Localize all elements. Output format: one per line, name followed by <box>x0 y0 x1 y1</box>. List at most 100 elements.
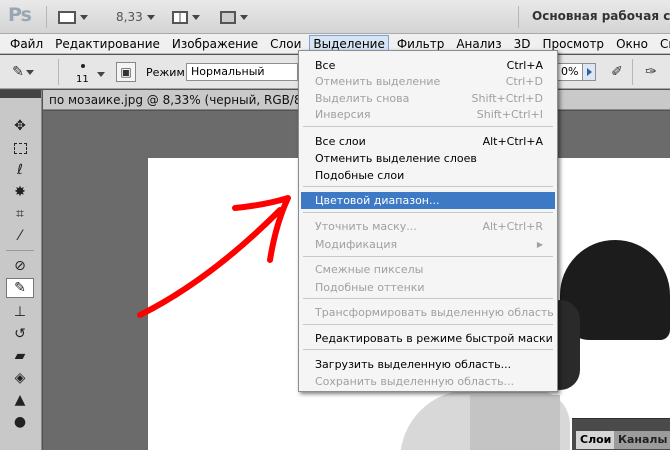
separator <box>58 59 59 85</box>
menu-item-modify[interactable]: Модификация ▶ <box>301 236 555 252</box>
menu-help[interactable]: Спра <box>656 35 670 53</box>
quick-select-tool[interactable]: ✸ <box>6 182 34 202</box>
menu-item-label: Цветовой диапазон... <box>315 194 440 207</box>
tablet-pressure-opacity-button[interactable]: ✐ <box>606 61 628 83</box>
crop-tool[interactable]: ⌗ <box>6 204 34 224</box>
brush-tool[interactable]: ✎ <box>6 278 34 298</box>
panel-grip[interactable] <box>0 90 41 98</box>
application-bar: Ps 8,33 Основная рабочая сред <box>0 0 670 34</box>
menu-separator <box>303 186 553 187</box>
menu-item-label: Редактировать в режиме быстрой маски <box>315 331 553 345</box>
menu-edit[interactable]: Редактирование <box>51 35 164 53</box>
eyedropper-tool[interactable]: ⁄ <box>6 226 34 246</box>
menu-item-all[interactable]: Все Ctrl+A <box>301 57 555 73</box>
menu-item-label: Подобные слои <box>315 168 405 182</box>
menu-item-all-layers[interactable]: Все слои Alt+Ctrl+A <box>301 133 555 149</box>
mode-label: Режим: <box>146 66 189 79</box>
brush-preset-icon <box>81 64 85 68</box>
healing-brush-icon: ⊘ <box>14 258 26 274</box>
menu-window[interactable]: Окно <box>612 35 652 53</box>
menu-separator <box>303 349 553 350</box>
menu-item-deselect[interactable]: Отменить выделение Ctrl+D <box>301 73 555 89</box>
brush-icon: ✎ <box>12 64 24 80</box>
blur-tool[interactable]: ▲ <box>6 390 34 410</box>
airbrush-button[interactable]: ✑ <box>640 61 662 83</box>
history-brush-tool[interactable]: ↺ <box>6 324 34 344</box>
screen-mode-icon <box>220 10 236 24</box>
zoom-level-field[interactable]: 8,33 <box>116 8 155 26</box>
menu-item-shortcut: Ctrl+A <box>506 58 543 72</box>
blur-icon: ▲ <box>14 392 26 408</box>
move-tool[interactable]: ✥ <box>6 116 34 136</box>
menu-item-refine-mask[interactable]: Уточнить маску... Alt+Ctrl+R <box>301 218 555 234</box>
menu-item-label: Выделить снова <box>315 91 410 105</box>
chevron-down-icon <box>80 14 88 20</box>
menu-separator <box>303 298 553 299</box>
menu-item-grow[interactable]: Смежные пикселы <box>301 261 555 277</box>
menu-item-inverse[interactable]: Инверсия Shift+Ctrl+I <box>301 106 555 122</box>
menu-item-deselect-layers[interactable]: Отменить выделение слоев <box>301 150 555 166</box>
menu-item-reselect[interactable]: Выделить снова Shift+Ctrl+D <box>301 90 555 106</box>
eyedropper-icon: ⁄ <box>18 228 22 244</box>
mode-select[interactable]: Нормальный <box>186 63 298 81</box>
arrow-shaft <box>137 207 283 318</box>
healing-brush-tool[interactable]: ⊘ <box>6 256 34 276</box>
menu-item-shortcut: Alt+Ctrl+A <box>482 134 543 148</box>
layers-panel: Слои Каналы <box>572 418 670 450</box>
crop-icon: ⌗ <box>16 206 24 222</box>
clone-stamp-tool[interactable]: ⊥ <box>6 302 34 322</box>
brush-preset-picker[interactable]: 11 <box>70 59 106 87</box>
menu-item-shortcut: Shift+Ctrl+I <box>476 107 543 121</box>
menu-item-quick-mask[interactable]: Редактировать в режиме быстрой маски <box>301 330 555 346</box>
photoshop-logo: Ps <box>8 4 32 26</box>
menu-file[interactable]: Файл <box>6 35 47 53</box>
document-title: по мозаике.jpg @ 8,33% (черный, RGB/8#) <box>49 93 317 107</box>
opacity-field[interactable]: 0% <box>556 63 582 81</box>
screen-mode-menu-button[interactable] <box>220 8 248 26</box>
menu-separator <box>303 324 553 325</box>
separator <box>46 6 47 28</box>
screen-mode-icon <box>58 10 76 24</box>
screen-mode-button[interactable] <box>58 8 88 26</box>
menu-item-shortcut: Alt+Ctrl+R <box>482 219 543 233</box>
workspace-switcher[interactable]: Основная рабочая сред <box>532 9 670 23</box>
chevron-right-icon <box>586 68 592 76</box>
airbrush-icon: ✑ <box>645 64 657 80</box>
lasso-icon: ℓ <box>17 162 23 178</box>
tab-channels[interactable]: Каналы <box>614 431 670 449</box>
red-arrow-annotation <box>137 195 291 318</box>
lasso-tool[interactable]: ℓ <box>6 160 34 180</box>
history-brush-icon: ↺ <box>14 326 26 342</box>
menu-item-color-range[interactable]: Цветовой диапазон... <box>301 192 555 209</box>
menu-item-save-selection[interactable]: Сохранить выделенную область... <box>301 373 555 389</box>
photo-neck <box>470 395 560 450</box>
menu-item-transform-selection[interactable]: Трансформировать выделенную область <box>301 304 555 320</box>
arrange-icon <box>172 10 188 24</box>
dodge-icon: ● <box>13 414 27 430</box>
select-menu-dropdown: Все Ctrl+A Отменить выделение Ctrl+D Выдел… <box>298 50 558 392</box>
menu-item-similar[interactable]: Подобные оттенки <box>301 279 555 295</box>
brush-panel-toggle[interactable]: ▣ <box>116 62 136 82</box>
menu-image[interactable]: Изображение <box>168 35 262 53</box>
dodge-tool[interactable]: ● <box>6 412 34 432</box>
submenu-arrow-icon: ▶ <box>536 239 543 249</box>
menu-item-label: Смежные пикселы <box>315 262 424 276</box>
arrange-documents-button[interactable] <box>172 8 200 26</box>
menu-item-label: Все слои <box>315 134 366 148</box>
eraser-tool[interactable]: ▰ <box>6 346 34 366</box>
menu-item-label: Модификация <box>315 237 398 251</box>
marquee-tool[interactable] <box>6 138 34 158</box>
menu-item-similar-layers[interactable]: Подобные слои <box>301 167 555 183</box>
chevron-down-icon <box>146 14 155 20</box>
brush-size-value: 11 <box>76 74 89 85</box>
marquee-icon <box>13 142 27 154</box>
paint-bucket-tool[interactable]: ◈ <box>6 368 34 388</box>
menu-item-load-selection[interactable]: Загрузить выделенную область... <box>301 356 555 372</box>
tools-panel: ✥ ℓ ✸ ⌗ ⁄ ⊘ ✎ ⊥ ↺ ▰ ◈ ▲ ● <box>0 90 42 450</box>
opacity-slider-button[interactable] <box>582 63 596 81</box>
menu-separator <box>303 256 553 257</box>
menu-item-label: Отменить выделение <box>315 74 441 88</box>
tab-layers[interactable]: Слои <box>576 431 616 449</box>
eraser-icon: ▰ <box>14 348 26 364</box>
tool-preset-picker[interactable]: ✎ <box>12 61 34 83</box>
